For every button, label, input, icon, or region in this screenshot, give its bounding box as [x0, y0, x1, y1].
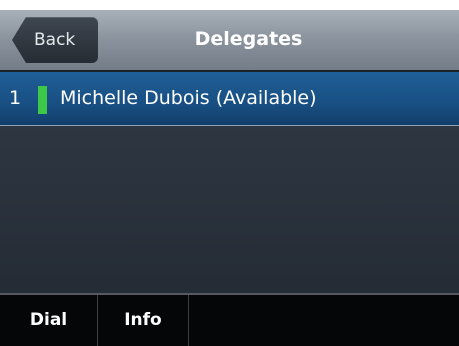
delegate-list: 1 Michelle Dubois (Available) [0, 72, 459, 126]
info-softkey[interactable]: Info [98, 295, 189, 346]
presence-status-indicator [38, 86, 47, 114]
header-bar: Back Delegates [0, 10, 459, 72]
delegate-list-item[interactable]: 1 Michelle Dubois (Available) [0, 72, 459, 126]
delegate-index: 1 [9, 87, 22, 109]
softkey-bar: Dial Info [0, 293, 459, 346]
dial-softkey[interactable]: Dial [0, 295, 98, 346]
phone-screen: Back Delegates 1 Michelle Dubois (Availa… [0, 10, 459, 346]
delegate-name: Michelle Dubois (Available) [60, 87, 317, 109]
page-title: Delegates [194, 28, 303, 50]
